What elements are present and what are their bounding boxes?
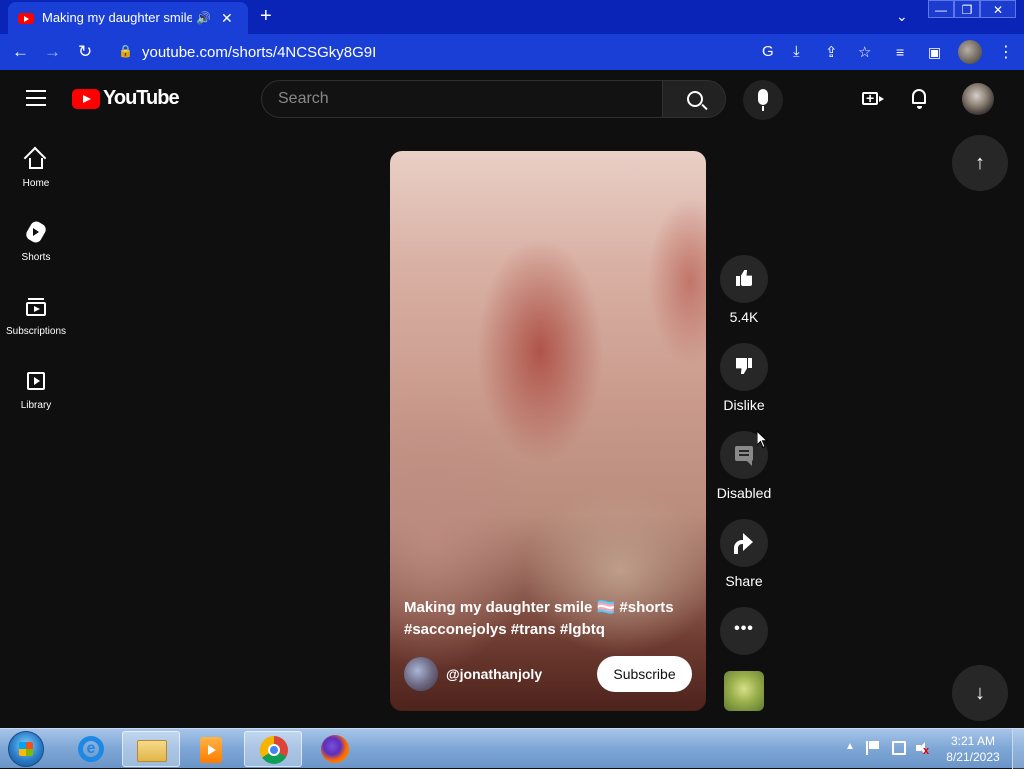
chrome-icon [260, 736, 288, 764]
arrow-up-icon: ↑ [975, 152, 985, 174]
show-desktop-button[interactable] [1012, 729, 1024, 769]
youtube-masthead: YouTube [0, 70, 1024, 126]
more-options-button[interactable]: ••• [720, 607, 768, 655]
chrome-profile-avatar[interactable] [958, 40, 982, 64]
share-label: Share [725, 573, 763, 589]
youtube-logo[interactable]: YouTube [72, 87, 180, 110]
previous-short-button[interactable]: ↑ [952, 135, 1008, 191]
channel-handle[interactable]: @jonathanjoly [446, 666, 542, 682]
voice-search-button[interactable] [743, 80, 783, 120]
sidebar-item-library[interactable]: Library [0, 348, 72, 422]
taskbar-media-player[interactable] [182, 731, 240, 767]
media-player-icon [200, 737, 222, 763]
subscribe-button[interactable]: Subscribe [597, 656, 692, 692]
network-icon[interactable] [892, 741, 906, 755]
share-arrow-icon [734, 533, 754, 554]
browser-tab[interactable]: Making my daughter smile 🏳️‍⚧️ 🔊 ✕ [8, 2, 248, 34]
search-button[interactable] [662, 80, 726, 118]
thumbs-down-icon [736, 358, 752, 374]
more-horizontal-icon: ••• [734, 620, 754, 637]
start-button[interactable] [8, 731, 44, 767]
comment-icon [735, 446, 753, 466]
like-button[interactable] [720, 255, 768, 303]
internet-explorer-icon: e [78, 736, 104, 762]
library-icon [27, 372, 45, 390]
sidebar-item-label: Subscriptions [5, 326, 67, 337]
create-button[interactable] [860, 88, 884, 110]
tab-search-dropdown-icon[interactable]: ⌄ [896, 8, 908, 25]
side-panel-icon[interactable]: ▣ [928, 42, 941, 62]
install-app-icon[interactable]: ⤓ [793, 43, 800, 60]
taskbar-firefox[interactable] [306, 731, 364, 767]
mute-x-icon: x [923, 745, 930, 757]
sidebar-item-home[interactable]: Home [0, 126, 72, 200]
sidebar-item-label: Library [20, 400, 52, 411]
firefox-icon [321, 735, 349, 763]
folder-icon [137, 740, 167, 762]
taskbar-chrome[interactable] [244, 731, 302, 767]
forward-arrow-icon[interactable]: → [44, 42, 61, 62]
youtube-logo-text: YouTube [103, 87, 180, 109]
sound-thumbnail[interactable] [724, 671, 764, 711]
address-bar[interactable]: 🔒 youtube.com/shorts/4NCSGky8G9I G ⤓ ⇪ ☆ [110, 38, 880, 66]
sidebar-item-label: Shorts [21, 252, 51, 263]
window-minimize-button[interactable]: — [928, 0, 954, 18]
new-tab-button[interactable]: + [260, 6, 272, 26]
channel-avatar[interactable] [404, 657, 438, 691]
search-icon [687, 91, 703, 107]
window-close-button[interactable]: ✕ [980, 0, 1016, 18]
chrome-menu-icon[interactable]: ⋮ [998, 42, 1014, 62]
dislike-label: Dislike [723, 397, 765, 413]
home-icon [29, 158, 43, 169]
tab-close-icon[interactable]: ✕ [221, 10, 233, 27]
media-control-icon[interactable]: ≡ [896, 42, 904, 62]
windows-taskbar: e ▲ x 3:21 AM 8/21/2023 [0, 728, 1024, 769]
browser-titlebar: Making my daughter smile 🏳️‍⚧️ 🔊 ✕ + ⌄ —… [0, 0, 1024, 34]
tray-expand-icon[interactable]: ▲ [845, 741, 855, 752]
shorts-icon [24, 219, 48, 245]
lock-icon[interactable]: 🔒 [118, 44, 133, 58]
account-avatar[interactable] [962, 83, 994, 115]
speaker-icon[interactable]: 🔊 [196, 11, 211, 25]
search-input[interactable] [262, 81, 662, 117]
sidebar-item-shorts[interactable]: Shorts [0, 200, 72, 274]
youtube-play-logo-icon [72, 88, 100, 109]
tab-title: Making my daughter smile 🏳️‍⚧️ [42, 10, 192, 25]
back-arrow-icon[interactable]: ← [12, 42, 29, 62]
arrow-down-icon: ↓ [975, 682, 985, 704]
thumbs-up-icon [736, 270, 752, 286]
share-button[interactable] [720, 519, 768, 567]
notifications-button[interactable] [908, 87, 932, 111]
dislike-button[interactable] [720, 343, 768, 391]
subscriptions-icon [26, 298, 46, 316]
window-restore-button[interactable]: ❐ [954, 0, 980, 18]
comments-label: Disabled [716, 485, 772, 501]
short-video-player[interactable]: Making my daughter smile 🏳️‍⚧️ #shorts #… [390, 151, 706, 711]
bookmark-star-icon[interactable]: ☆ [858, 43, 871, 61]
browser-toolbar: ← → ↻ 🔒 youtube.com/shorts/4NCSGky8G9I G… [0, 34, 1024, 70]
next-short-button[interactable]: ↓ [952, 665, 1008, 721]
sidebar-item-subscriptions[interactable]: Subscriptions [0, 274, 72, 348]
taskbar-internet-explorer[interactable]: e [62, 731, 120, 767]
microphone-icon [758, 89, 768, 111]
youtube-favicon-icon [18, 12, 34, 24]
clock-date: 8/21/2023 [946, 750, 1000, 764]
like-count: 5.4K [729, 309, 759, 325]
video-camera-plus-icon [862, 90, 884, 106]
share-page-icon[interactable]: ⇪ [825, 43, 838, 61]
taskbar-clock[interactable]: 3:21 AM 8/21/2023 [940, 733, 1006, 765]
clock-time: 3:21 AM [950, 734, 996, 748]
short-title[interactable]: Making my daughter smile 🏳️‍⚧️ #shorts #… [404, 597, 694, 641]
reload-icon[interactable]: ↻ [78, 42, 92, 62]
menu-hamburger-icon[interactable] [26, 90, 46, 106]
url-text[interactable]: youtube.com/shorts/4NCSGky8G9I [142, 44, 376, 61]
sidebar-item-label: Home [22, 178, 50, 189]
taskbar-file-explorer[interactable] [122, 731, 180, 767]
search-box [261, 80, 663, 118]
bell-icon [912, 89, 926, 109]
google-lens-icon[interactable]: G [762, 43, 774, 60]
action-center-flag-icon[interactable] [866, 741, 880, 755]
